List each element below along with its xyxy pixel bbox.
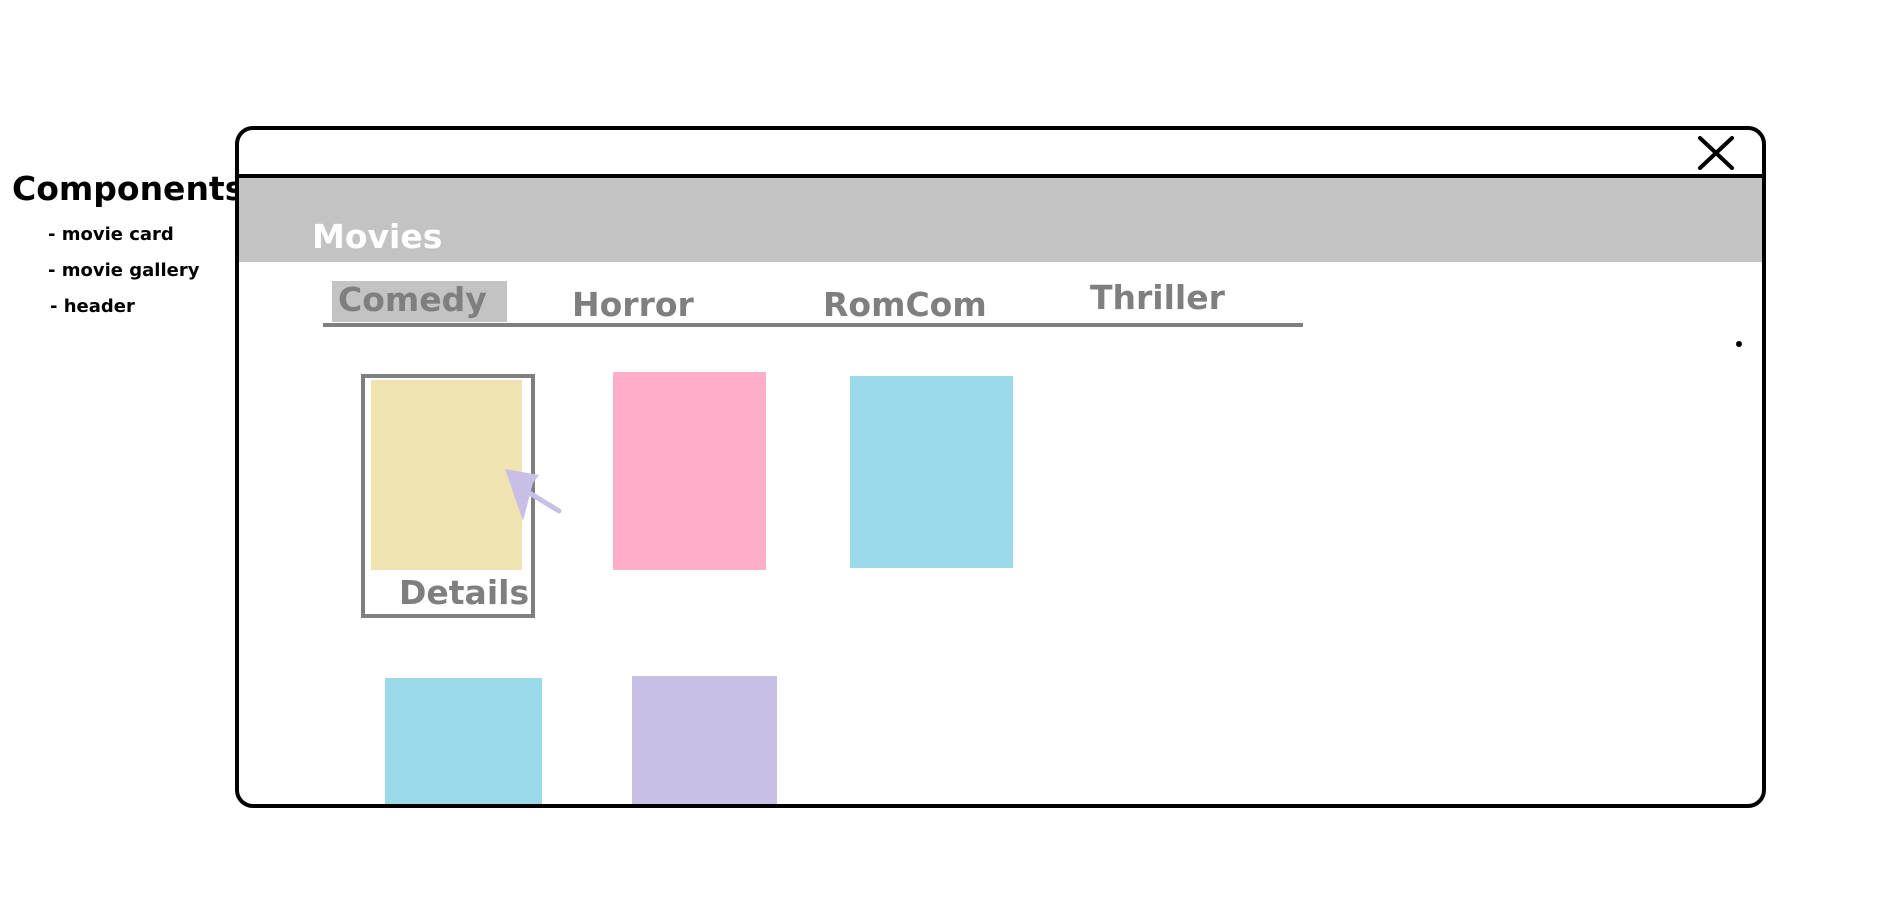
movie-poster xyxy=(371,380,522,570)
notes-title: Components xyxy=(12,169,245,208)
movie-card[interactable] xyxy=(632,676,777,804)
header: Movies xyxy=(239,178,1762,262)
note-item-movie-card: - movie card xyxy=(48,224,174,245)
category-tabs: Comedy Horror RomCom Thriller xyxy=(323,278,1303,328)
note-item-header: - header xyxy=(50,296,135,317)
components-notes: Components - movie card - movie gallery … xyxy=(12,169,245,325)
tabs-underline xyxy=(323,323,1303,327)
tab-horror[interactable]: Horror xyxy=(572,288,694,321)
tab-romcom[interactable]: RomCom xyxy=(823,288,987,321)
close-button[interactable] xyxy=(1696,136,1736,170)
tab-comedy[interactable]: Comedy xyxy=(332,281,507,322)
details-link[interactable]: Details xyxy=(399,576,529,609)
movie-card[interactable] xyxy=(850,376,1013,568)
movie-card[interactable] xyxy=(385,678,542,804)
stray-dot xyxy=(1736,341,1742,347)
tab-thriller[interactable]: Thriller xyxy=(1090,281,1225,314)
movie-card[interactable] xyxy=(613,372,766,570)
note-item-movie-gallery: - movie gallery xyxy=(48,260,200,281)
page-title: Movies xyxy=(312,217,443,256)
app-window: Movies Comedy Horror RomCom Thriller Det… xyxy=(235,126,1766,808)
close-icon xyxy=(1698,136,1734,170)
notes-list: - movie card - movie gallery - header xyxy=(12,217,232,325)
title-bar xyxy=(239,130,1762,178)
pointer-cursor-icon xyxy=(505,469,562,521)
